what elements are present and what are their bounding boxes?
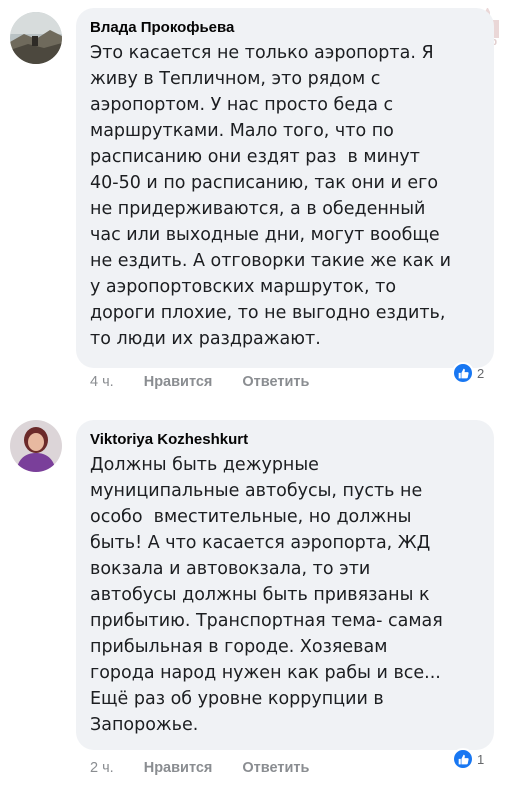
reaction-count: 1 <box>477 751 485 767</box>
avatar-person-icon <box>10 420 62 472</box>
comment-line: автобусы должны быть привязаны к <box>90 585 430 605</box>
reply-button[interactable]: Ответить <box>242 760 309 776</box>
comment-line: Это касается не только аэропорта. Я <box>90 43 434 63</box>
reaction-count: 2 <box>477 365 485 381</box>
comment-actions: 4 ч. Нравится Ответить <box>90 374 335 390</box>
comment-line: живу в Тепличном, это рядом с <box>90 69 381 89</box>
comment-line: аэропортом. У нас просто беда с <box>90 95 394 115</box>
comment-text: Это касается не только аэропорта. Я живу… <box>90 40 480 352</box>
comment-line: вокзала и автовокзала, то эти <box>90 559 371 579</box>
comment-line: не ездить. А отговорки такие же как и <box>90 251 452 271</box>
comment-line: у аэропортовских маршруток, то <box>90 277 397 297</box>
comment-line: прибыльная в городе. Хозяевам <box>90 637 388 657</box>
comment-line: быть! А что касается аэропорта, ЖД <box>90 533 431 553</box>
reaction-summary[interactable]: 2 <box>452 362 484 384</box>
like-icon <box>452 362 474 384</box>
comment-line: час или выходные дни, могут вообще <box>90 225 440 245</box>
like-button[interactable]: Нравится <box>144 760 213 776</box>
page: { "watermark": { "text": "ZaБор" }, "com… <box>0 0 510 800</box>
comment-line: маршрутками. Мало того, что по <box>90 121 394 141</box>
avatar[interactable] <box>10 12 62 64</box>
comment-line: дороги плохие, то не выгодно ездить, <box>90 303 446 323</box>
comment-line: Ещё раз об уровне коррупции в <box>90 689 384 709</box>
avatar[interactable] <box>10 420 62 472</box>
comment-line: особо вместительные, но должны <box>90 507 412 527</box>
comment-bubble: Viktoriya Kozheshkurt Должны быть дежурн… <box>76 420 494 750</box>
comment-line: 40-50 и по расписанию, так они и его <box>90 173 439 193</box>
comment-timestamp[interactable]: 2 ч. <box>90 760 114 776</box>
comment-text: Должны быть дежурные муниципальные автоб… <box>90 452 480 738</box>
comment-bubble: Влада Прокофьева Это касается не только … <box>76 8 494 368</box>
like-button[interactable]: Нравится <box>144 374 213 390</box>
comment-line: то люди их раздражают. <box>90 329 321 349</box>
comment-line: города народ нужен как рабы и все... <box>90 663 441 683</box>
comment-line: не придерживаются, а в обеденный <box>90 199 426 219</box>
comment-line: прибытию. Транспортная тема- самая <box>90 611 443 631</box>
comment-author[interactable]: Viktoriya Kozheshkurt <box>90 430 480 450</box>
reaction-summary[interactable]: 1 <box>452 748 484 770</box>
comment-timestamp[interactable]: 4 ч. <box>90 374 114 390</box>
comment-line: муниципальные автобусы, пусть не <box>90 481 423 501</box>
comment-line: Должны быть дежурные <box>90 455 319 475</box>
avatar-landscape-icon <box>10 12 62 64</box>
reply-button[interactable]: Ответить <box>242 374 309 390</box>
comment-actions: 2 ч. Нравится Ответить <box>90 760 335 776</box>
thumbs-up-icon <box>458 754 469 764</box>
comment-author[interactable]: Влада Прокофьева <box>90 18 480 38</box>
comment-line: Запорожье. <box>90 715 199 735</box>
like-icon <box>452 748 474 770</box>
thumbs-up-icon <box>458 368 469 378</box>
comment-line: расписанию они ездят раз в минут <box>90 147 420 167</box>
